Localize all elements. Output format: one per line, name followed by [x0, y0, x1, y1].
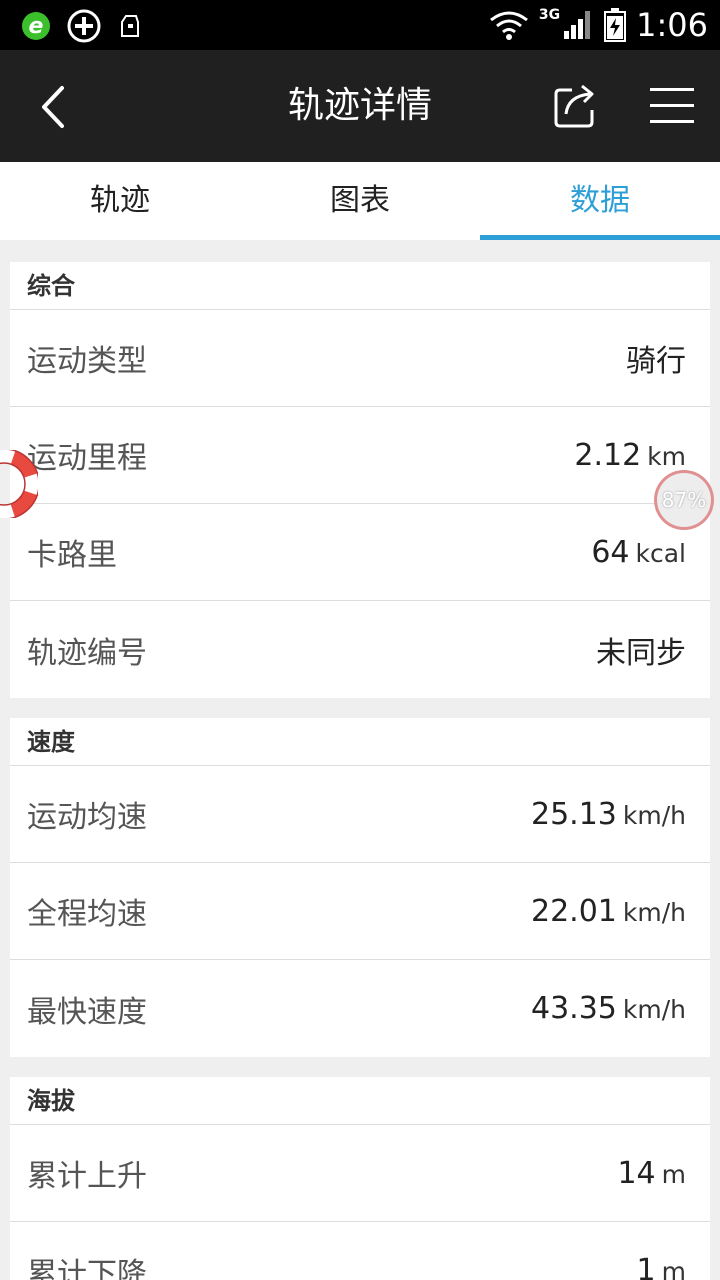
- signal-icon: [564, 11, 591, 39]
- add-circle-icon: [67, 9, 101, 43]
- row-label: 卡路里: [27, 538, 117, 573]
- tab-chart[interactable]: 图表: [240, 162, 480, 240]
- wifi-icon: [489, 11, 528, 40]
- row-label: 运动均速: [27, 800, 147, 835]
- tab-data[interactable]: 数据: [480, 162, 720, 240]
- section-header: 海拔: [10, 1077, 710, 1125]
- row-label: 运动类型: [27, 344, 147, 379]
- battery-charging-icon: [604, 8, 627, 42]
- row-label: 最快速度: [27, 994, 147, 1030]
- row-value: 1m: [636, 1253, 686, 1280]
- list-item: 最快速度 43.35 km/h: [10, 960, 710, 1057]
- row-value: 43.35 km/h: [531, 991, 686, 1026]
- list-item: 累计上升 14 m: [10, 1125, 710, 1222]
- app-bar: 轨迹详情: [0, 50, 720, 162]
- svg-text:e: e: [29, 14, 44, 39]
- section-header: 综合: [10, 262, 710, 310]
- list-item: 轨迹编号 未同步: [10, 601, 710, 698]
- row-label: 全程均速: [27, 897, 147, 932]
- row-value: 25.13 km/h: [531, 796, 686, 832]
- row-value: 22.01 km/h: [531, 893, 686, 929]
- battery-percent: 87%: [661, 488, 707, 512]
- list-item: 运动类型 骑行: [10, 310, 710, 407]
- row-value: 2.12 km: [574, 437, 686, 473]
- data-content: 综合 运动类型 骑行 运动里程 2.12 km 卡路里 64 kcal 轨迹编号 未…: [10, 262, 710, 1280]
- list-item: 运动里程 2.12 km: [10, 407, 710, 504]
- row-label: 轨迹编号: [27, 635, 147, 671]
- row-label: 运动里程: [27, 441, 147, 476]
- menu-icon[interactable]: [650, 86, 694, 126]
- browser-e-icon: e: [22, 12, 50, 40]
- list-item: 运动均速 25.13 km/h: [10, 766, 710, 863]
- clock: 1:06: [636, 6, 708, 44]
- speed-section: 速度 运动均速 25.13 km/h 全程均速 22.01 km/h 最快速度 43…: [10, 718, 710, 1057]
- row-value: 14 m: [617, 1155, 686, 1191]
- network-type: 3G: [538, 7, 561, 23]
- tab-bar: 轨迹 图表 数据: [0, 162, 720, 240]
- list-item: 全程均速 22.01 km/h: [10, 863, 710, 960]
- list-item: 累计下降 1m: [10, 1222, 710, 1280]
- battery-saver-badge[interactable]: 87%: [654, 470, 714, 530]
- row-label: 累计下降: [27, 1256, 147, 1280]
- altitude-section: 海拔 累计上升 14 m 累计下降 1m: [10, 1077, 710, 1280]
- row-value: 64 kcal: [591, 534, 686, 570]
- row-value: 未同步: [596, 635, 686, 671]
- status-bar: e 3G 1:06: [0, 0, 720, 50]
- share-icon[interactable]: [552, 82, 600, 130]
- general-section: 综合 运动类型 骑行 运动里程 2.12 km 卡路里 64 kcal 轨迹编号 未…: [10, 262, 710, 698]
- page-title: 轨迹详情: [287, 85, 432, 126]
- section-header: 速度: [10, 718, 710, 766]
- lifebuoy-icon[interactable]: [0, 450, 38, 518]
- tab-track[interactable]: 轨迹: [0, 162, 240, 240]
- row-value: 骑行: [626, 344, 686, 379]
- android-notification-icon: [121, 15, 139, 37]
- row-label: 累计上升: [27, 1159, 147, 1194]
- list-item: 卡路里 64 kcal: [10, 504, 710, 601]
